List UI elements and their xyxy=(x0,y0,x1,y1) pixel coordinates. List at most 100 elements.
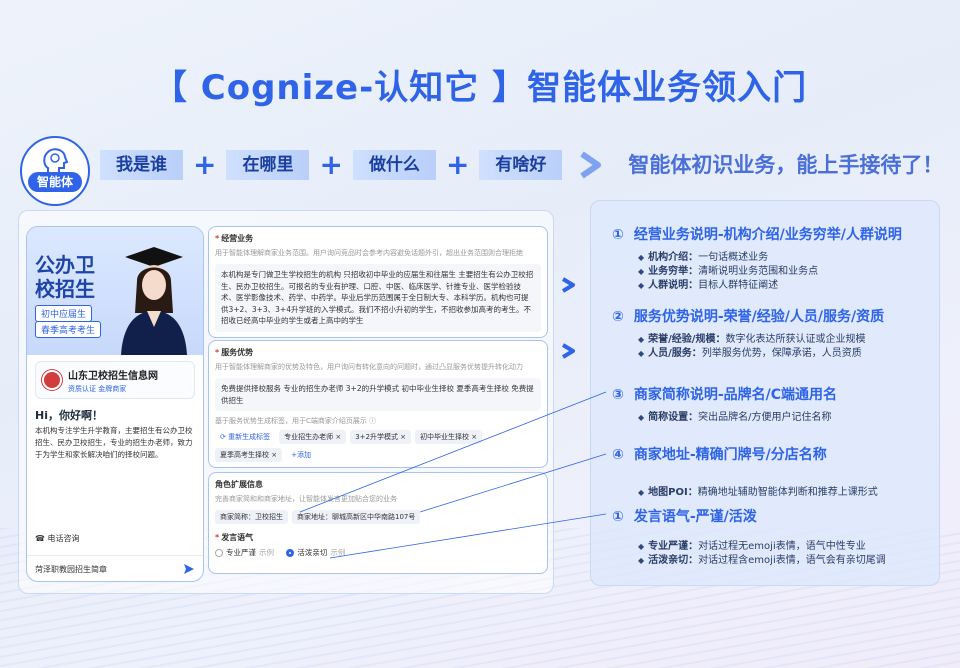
section-number: ③ xyxy=(612,387,624,403)
section-number: ② xyxy=(612,309,624,325)
business-title-text: 经营业务 xyxy=(221,234,254,243)
advantage-title-text: 服务优势 xyxy=(221,348,254,357)
business-form-title: * 经营业务 xyxy=(215,234,254,243)
item-value: 突出品牌名/方便用户记住名称 xyxy=(698,412,832,423)
business-hint: 用于智能体理解商家业务范围。用户询问竞品时会参考内容避免话题外引，超出业务范围则… xyxy=(215,249,523,257)
section-list: 专业严谨：对话过程无emoji表情，语气中性专业 活泼亲切：对话过程含emoji… xyxy=(638,540,886,568)
item-value: 对话过程含emoji表情，语气会有亲切尾调 xyxy=(698,555,886,566)
role-info-hint: 完善商家简和和商家地址，让智能体发言更加贴合您的业务 xyxy=(215,495,397,503)
list-item: 专业严谨：对话过程无emoji表情，语气中性专业 xyxy=(638,540,886,554)
add-tag-button[interactable]: +添加 xyxy=(286,448,316,462)
section-number: ① xyxy=(612,227,624,243)
speech-title-text: 发言语气 xyxy=(221,533,254,542)
short-name-field[interactable]: 商家简称：卫校招生 xyxy=(215,510,288,524)
phone-preview: 公办卫 校招生 初中应届生 春季高考考生 山东卫校招生信息网 资质认证 金牌商家… xyxy=(26,226,204,582)
banner-pill: 初中应届生 xyxy=(35,305,93,322)
item-key: 业务穷举： xyxy=(648,266,699,277)
tag-chip[interactable]: 夏季高考生择校 × xyxy=(215,448,283,462)
section-number: ④ xyxy=(612,447,624,463)
org-name: 山东卫校招生信息网 xyxy=(68,370,158,382)
graduate-photo xyxy=(121,247,187,355)
chevron-right-icon xyxy=(561,343,575,359)
item-value: 精确地址辅助智能体判断和推荐上课形式 xyxy=(697,487,878,498)
role-info-fields: 商家简称：卫校招生 商家地址：聊城高新区中华南路107号 xyxy=(215,510,541,524)
role-info-form: 角色扩展信息 完善商家简和和商家地址，让智能体发言更加贴合您的业务 商家简称：卫… xyxy=(208,472,548,574)
plus-icon: + xyxy=(445,148,470,181)
radio-label: 活泼亲切 xyxy=(297,548,328,557)
section-title: 发言语气-严谨/活泼 xyxy=(633,509,757,525)
section-title: 经营业务说明-机构介绍/业务穷举/人群说明 xyxy=(633,227,902,243)
item-value: 列举服务优势，保障承诺，人员资质 xyxy=(701,348,862,359)
arrow-right-icon xyxy=(580,151,602,179)
tag-benefit: 有啥好 xyxy=(479,150,563,180)
item-key: 专业严谨： xyxy=(648,541,699,552)
list-item: 人员/服务：列举服务优势，保障承诺，人员资质 xyxy=(638,347,884,361)
section-business: ① 经营业务说明-机构介绍/业务穷举/人群说明 机构介绍：一句话概述业务 业务穷举… xyxy=(612,224,902,293)
list-item: 荣誉/经验/规模：数字化表达所获认证或企业规模 xyxy=(638,333,884,347)
org-card[interactable]: 山东卫校招生信息网 资质认证 金牌商家 xyxy=(35,361,195,399)
tag-chips: ⟳ 重新生成标签 专业招生办老师 × 3+2升学模式 × 初中毕业生择校 × 夏… xyxy=(215,430,541,462)
section-heading: ④ 商家地址-精确门牌号/分店名称 xyxy=(612,444,878,464)
item-value: 对话过程无emoji表情，语气中性专业 xyxy=(698,541,866,552)
section-heading: ① 发言语气-严谨/活泼 xyxy=(612,506,886,526)
intro-text: 本机构专注学生升学教育，主要招生有公办卫校招生、民办卫校招生，专业的招生办老师，… xyxy=(35,426,193,459)
chevron-right-icon xyxy=(561,277,575,293)
tag-who: 我是谁 xyxy=(100,150,183,180)
section-short-name: ③ 商家简称说明-品牌名/C端通用名 简称设置：突出品牌名/方便用户记住名称 xyxy=(612,384,837,425)
tag-hint: 基于服务优势生成标签，用于C端商家介绍页展示 ⓘ xyxy=(215,417,377,425)
tag-chip[interactable]: 3+2升学模式 × xyxy=(350,430,412,444)
address-field[interactable]: 商家地址：聊城高新区中华南路107号 xyxy=(292,510,421,524)
section-list: 机构介绍：一句话概述业务 业务穷举：清晰说明业务范围和业务点 人群说明：目标人群… xyxy=(638,251,902,293)
phone-banner: 公办卫 校招生 初中应届生 春季高考考生 xyxy=(27,227,203,355)
section-advantage: ② 服务优势说明-荣誉/经验/人员/服务/资质 荣誉/经验/规模：数字化表达所获认… xyxy=(612,306,884,361)
headline-line-2: 校招生 xyxy=(35,277,95,301)
business-textarea[interactable]: 本机构是专门做卫生学校招生的机构 只招收初中毕业的应届生和往届生 主要招生有公办… xyxy=(215,264,541,332)
role-info-title: 角色扩展信息 xyxy=(215,480,263,489)
regenerate-tags-button[interactable]: ⟳ 重新生成标签 xyxy=(215,430,275,444)
list-item: 地图POI：精确地址辅助智能体判断和推荐上课形式 xyxy=(638,486,878,500)
section-title: 服务优势说明-荣誉/经验/人员/服务/资质 xyxy=(633,309,885,325)
org-certs: 资质认证 金牌商家 xyxy=(68,384,127,393)
radio-lively[interactable]: 活泼亲切 示例 xyxy=(286,547,345,558)
advantage-textarea[interactable]: 免费提供择校服务 专业的招生办老师 3+2的升学模式 初中毕业生择校 夏季高考生… xyxy=(215,378,541,411)
speech-style-options: 专业严谨 示例 活泼亲切 示例 xyxy=(215,547,541,559)
list-item: 机构介绍：一句话概述业务 xyxy=(638,251,902,265)
headline-line-1: 公办卫 xyxy=(35,253,95,277)
example-link[interactable]: 示例 xyxy=(330,547,345,558)
section-heading: ① 经营业务说明-机构介绍/业务穷举/人群说明 xyxy=(612,224,902,244)
section-list: 简称设置：突出品牌名/方便用户记住名称 xyxy=(638,411,837,425)
item-key: 地图POI： xyxy=(648,487,698,498)
consult-label: 电话咨询 xyxy=(47,534,80,543)
org-logo-icon xyxy=(42,370,62,390)
section-list: 荣誉/经验/规模：数字化表达所获认证或企业规模 人员/服务：列举服务优势，保障承… xyxy=(638,333,884,361)
phone-consult-button[interactable]: ☎ 电话咨询 xyxy=(35,533,80,544)
item-value: 数字化表达所获认证或企业规模 xyxy=(725,334,866,345)
item-key: 简称设置： xyxy=(648,412,699,423)
tag-chip[interactable]: 专业招生办老师 × xyxy=(279,430,347,444)
section-heading: ③ 商家简称说明-品牌名/C端通用名 xyxy=(612,384,837,404)
list-item: 活泼亲切：对话过程含emoji表情，语气会有亲切尾调 xyxy=(638,554,886,568)
section-title: 商家地址-精确门牌号/分店名称 xyxy=(633,447,827,463)
advantage-form: * 服务优势 用于智能体理解商家的优势及特色，用户询问有转化意向的问题时，通过凸显… xyxy=(208,340,548,468)
tag-where: 在哪里 xyxy=(226,150,310,180)
list-item: 业务穷举：清晰说明业务范围和业务点 xyxy=(638,265,902,279)
section-address: ④ 商家地址-精确门牌号/分店名称 地图POI：精确地址辅助智能体判断和推荐上课形… xyxy=(612,444,878,500)
business-form: * 经营业务 用于智能体理解商家业务范围。用户询问竞品时会参考内容避免话题外引，超… xyxy=(208,226,548,338)
item-key: 人员/服务： xyxy=(648,348,702,359)
slogan: 智能体初识业务，能上手接待了！ xyxy=(628,153,944,177)
section-number: ① xyxy=(612,509,624,525)
chat-input[interactable]: 菏泽职教园招生简章 xyxy=(27,555,203,581)
item-value: 一句话概述业务 xyxy=(698,252,769,263)
speech-style-title: * 发言语气 xyxy=(215,533,254,542)
plus-icon: + xyxy=(193,148,217,181)
radio-professional[interactable]: 专业严谨 示例 xyxy=(215,547,274,558)
radio-dot-selected xyxy=(286,548,295,557)
tag-chip[interactable]: 初中毕业生择校 × xyxy=(415,430,483,444)
advantage-hint: 用于智能体理解商家的优势及特色，用户询问有转化意向的问题时，通过凸显服务优势提升… xyxy=(215,363,523,371)
send-icon[interactable] xyxy=(183,563,195,575)
list-item: 简称设置：突出品牌名/方便用户记住名称 xyxy=(638,411,837,425)
item-key: 活泼亲切： xyxy=(648,555,699,566)
item-key: 人群说明： xyxy=(648,280,699,291)
section-tone: ① 发言语气-严谨/活泼 专业严谨：对话过程无emoji表情，语气中性专业 活泼亲… xyxy=(612,506,886,568)
example-link[interactable]: 示例 xyxy=(259,547,274,558)
